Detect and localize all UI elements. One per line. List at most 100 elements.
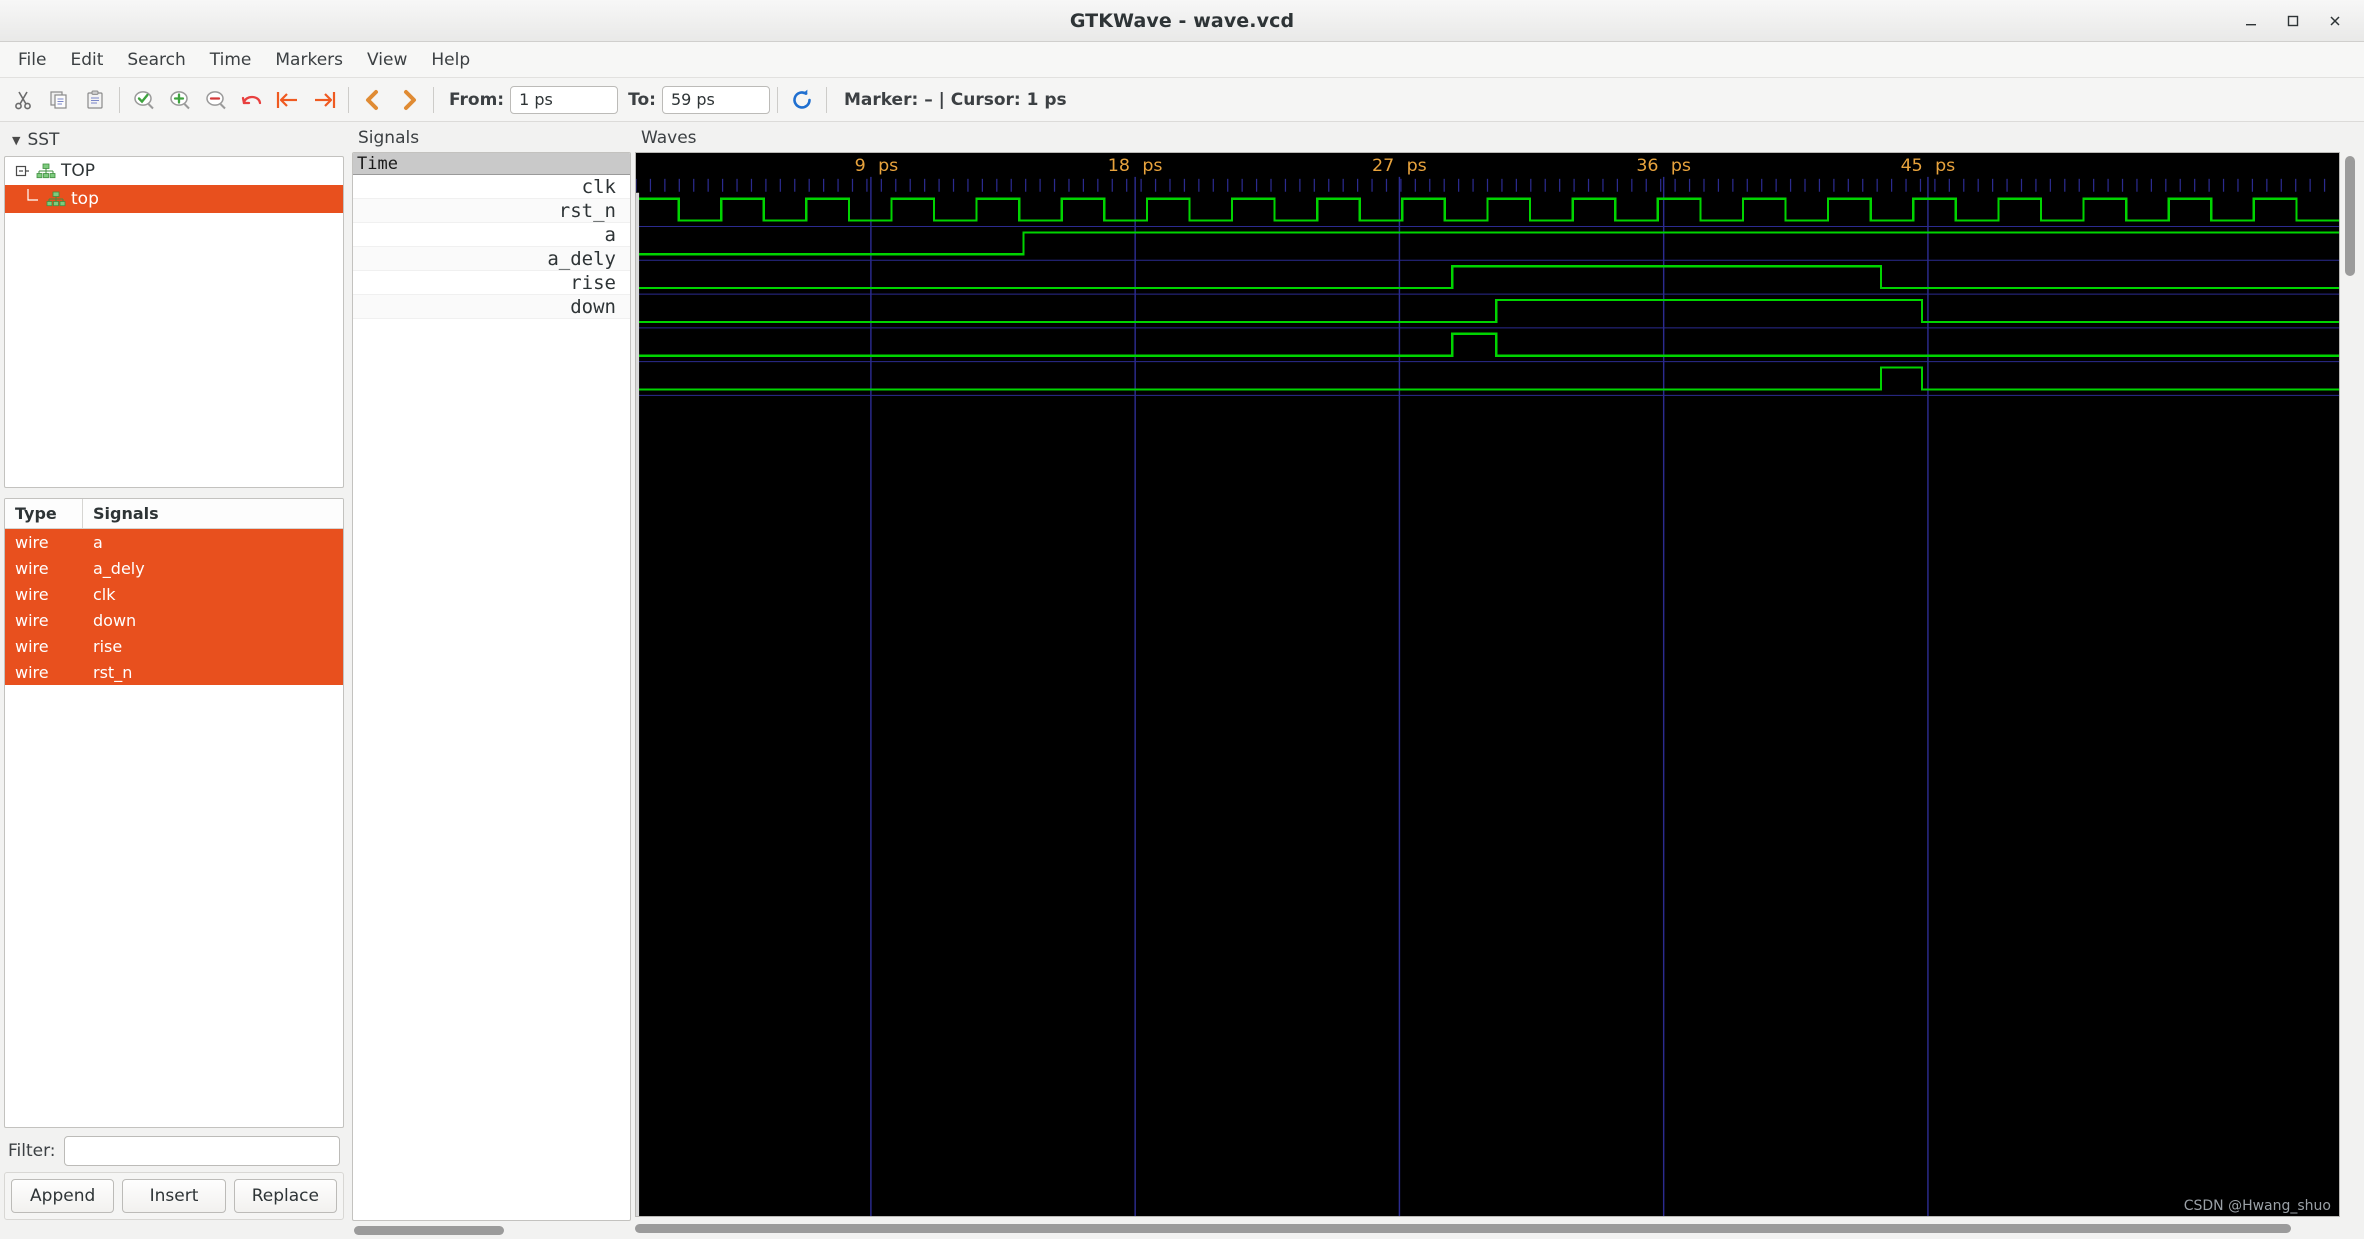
signal-type-table[interactable]: Type Signals wire a wire a_dely wire clk… [4, 498, 344, 1128]
close-button[interactable] [2316, 6, 2354, 36]
svg-text:18: 18 [1108, 156, 1130, 176]
waves-vscroll-thumb[interactable] [2345, 156, 2355, 276]
tree-item-top[interactable]: top [5, 185, 343, 213]
cell-type: wire [5, 663, 83, 682]
signal-name-clk[interactable]: clk [353, 175, 630, 199]
waves-vscrollbar[interactable] [2340, 152, 2360, 1217]
cell-type: wire [5, 559, 83, 578]
expander-icon[interactable] [15, 163, 31, 179]
time-header: Time [353, 153, 630, 175]
left-panel: ▼ SST [0, 122, 348, 1239]
waves-hscrollbar[interactable] [635, 1219, 2360, 1237]
paste-icon[interactable] [78, 83, 112, 117]
svg-text:45: 45 [1901, 156, 1923, 176]
waves-hscroll-thumb[interactable] [635, 1224, 2291, 1233]
toolbar-separator [433, 87, 434, 113]
toolbar-separator [119, 87, 120, 113]
tree-indent [15, 189, 41, 209]
sst-header[interactable]: ▼ SST [4, 126, 344, 156]
tree-item-label: top [71, 189, 99, 209]
svg-text:ps: ps [1935, 156, 1955, 176]
signals-hscrollbar[interactable] [352, 1221, 631, 1239]
column-header-type: Type [5, 499, 83, 528]
waves-area: 9ps18ps27ps36ps45ps CSDN @Hwang_shuo [635, 152, 2360, 1217]
toolbar-separator [826, 87, 827, 113]
zoom-undo-icon[interactable] [235, 83, 269, 117]
replace-button[interactable]: Replace [234, 1179, 337, 1213]
cell-type: wire [5, 611, 83, 630]
table-row[interactable]: wire rst_n [5, 659, 343, 685]
to-input[interactable] [662, 86, 770, 114]
filter-row: Filter: [4, 1128, 344, 1172]
signal-name-rise[interactable]: rise [353, 271, 630, 295]
window-title: GTKWave - wave.vcd [0, 10, 2364, 32]
reload-icon[interactable] [785, 83, 819, 117]
hierarchy-icon [36, 163, 56, 179]
signal-name-a[interactable]: a [353, 223, 630, 247]
cell-type: wire [5, 585, 83, 604]
menu-view[interactable]: View [355, 46, 419, 74]
signal-name-list[interactable]: Time clk rst_n a a_dely rise down [352, 152, 631, 1221]
filter-input[interactable] [64, 1136, 340, 1166]
cell-name: a [83, 533, 343, 552]
zoom-out-icon[interactable] [199, 83, 233, 117]
signal-table-header: Type Signals [5, 499, 343, 529]
wave-canvas[interactable]: 9ps18ps27ps36ps45ps CSDN @Hwang_shuo [635, 152, 2340, 1217]
svg-text:36: 36 [1636, 156, 1658, 176]
zoom-fit-icon[interactable] [127, 83, 161, 117]
to-label: To: [628, 90, 656, 110]
goto-end-icon[interactable] [307, 83, 341, 117]
from-input[interactable] [510, 86, 618, 114]
menu-file[interactable]: File [6, 46, 58, 74]
menu-bar: File Edit Search Time Markers View Help [0, 42, 2364, 78]
table-row[interactable]: wire a [5, 529, 343, 555]
append-button[interactable]: Append [11, 1179, 114, 1213]
table-row[interactable]: wire rise [5, 633, 343, 659]
watermark-text: CSDN @Hwang_shuo [2184, 1198, 2331, 1214]
table-row[interactable]: wire down [5, 607, 343, 633]
menu-edit[interactable]: Edit [58, 46, 115, 74]
hierarchy-icon [46, 191, 66, 207]
signals-frame-label: Signals [352, 126, 631, 152]
next-edge-icon[interactable] [392, 83, 426, 117]
svg-text:27: 27 [1372, 156, 1394, 176]
table-row[interactable]: wire a_dely [5, 555, 343, 581]
signal-name-down[interactable]: down [353, 295, 630, 319]
minimize-button[interactable] [2232, 6, 2270, 36]
chevron-down-icon[interactable]: ▼ [12, 134, 20, 147]
zoom-in-icon[interactable] [163, 83, 197, 117]
toolbar: From: To: Marker: – | Cursor: 1 ps [0, 78, 2364, 122]
signal-name-rst_n[interactable]: rst_n [353, 199, 630, 223]
main-area: ▼ SST [0, 122, 2364, 1239]
copy-icon[interactable] [42, 83, 76, 117]
tree-item-TOP[interactable]: TOP [5, 157, 343, 185]
svg-text:9: 9 [855, 156, 866, 176]
waves-frame-label: Waves [635, 126, 2360, 152]
marker-cursor-status: Marker: – | Cursor: 1 ps [844, 90, 1067, 110]
cut-icon[interactable] [6, 83, 40, 117]
signals-hscroll-thumb[interactable] [354, 1226, 504, 1235]
window-title-bar: GTKWave - wave.vcd [0, 0, 2364, 42]
toolbar-separator [348, 87, 349, 113]
waveform-graphic[interactable]: 9ps18ps27ps36ps45ps [636, 153, 2339, 1216]
menu-help[interactable]: Help [419, 46, 482, 74]
goto-start-icon[interactable] [271, 83, 305, 117]
window-controls [2232, 0, 2354, 42]
cell-type: wire [5, 533, 83, 552]
maximize-button[interactable] [2274, 6, 2312, 36]
column-header-signals: Signals [83, 499, 343, 528]
signals-panel: Signals Time clk rst_n a a_dely rise dow… [348, 122, 633, 1239]
menu-time[interactable]: Time [198, 46, 264, 74]
waves-bottom-scroll [635, 1217, 2360, 1239]
prev-edge-icon[interactable] [356, 83, 390, 117]
menu-markers[interactable]: Markers [263, 46, 355, 74]
table-row[interactable]: wire clk [5, 581, 343, 607]
insert-button[interactable]: Insert [122, 1179, 225, 1213]
toolbar-separator [777, 87, 778, 113]
svg-text:ps: ps [1671, 156, 1691, 176]
menu-search[interactable]: Search [115, 46, 197, 74]
signal-table-rows: wire a wire a_dely wire clk wire down wi… [5, 529, 343, 1127]
sst-label: SST [27, 130, 59, 150]
sst-tree[interactable]: TOP top [4, 156, 344, 488]
signal-name-a_dely[interactable]: a_dely [353, 247, 630, 271]
